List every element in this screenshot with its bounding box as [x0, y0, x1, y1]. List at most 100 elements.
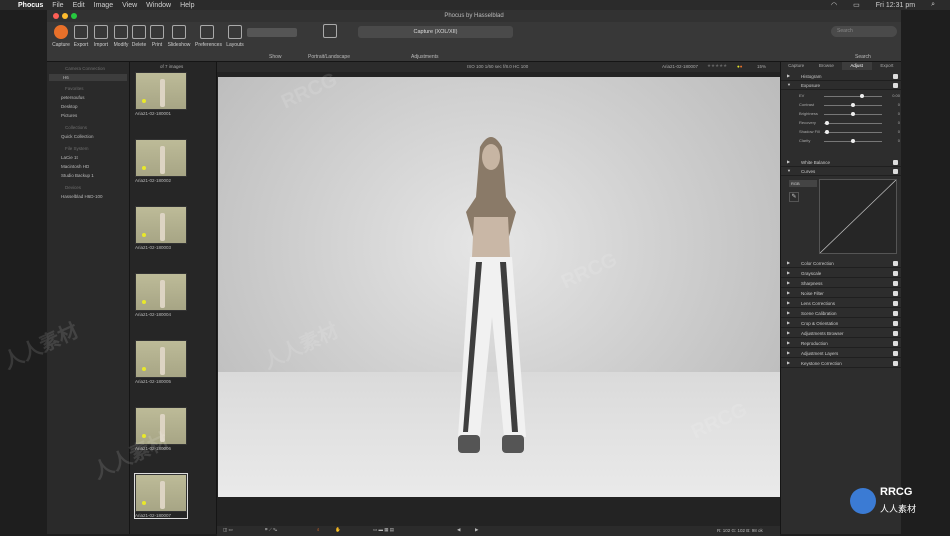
tool-color-correction[interactable]: ▶ Color Correction	[781, 259, 902, 268]
tool-exposure[interactable]: ▼ Exposure	[781, 81, 902, 90]
enable-checkbox[interactable]	[893, 160, 898, 165]
lp-item-lacie[interactable]: LaCie 1t	[61, 155, 78, 160]
minimize-button[interactable]	[62, 13, 68, 19]
tool-adjustments-browser[interactable]: ▶ Adjustments Browser	[781, 329, 902, 338]
search-input[interactable]: Search	[831, 26, 897, 37]
disclosure-icon[interactable]: ▶	[787, 290, 790, 295]
enable-checkbox[interactable]	[893, 321, 898, 326]
tool-sharpness[interactable]: ▶ Sharpness	[781, 279, 902, 288]
lp-item-desktop[interactable]: Desktop	[61, 104, 78, 109]
disclosure-icon[interactable]: ▶	[787, 159, 790, 164]
enable-checkbox[interactable]	[893, 169, 898, 174]
tool-grayscale[interactable]: ▶ Grayscale	[781, 269, 902, 278]
contrast-slider[interactable]: Contrast 0	[789, 102, 900, 109]
menu-edit[interactable]: Edit	[73, 2, 85, 9]
portrait-landscape-button[interactable]	[318, 24, 342, 41]
recovery-slider[interactable]: Recovery 0	[789, 120, 900, 127]
disclosure-icon[interactable]: ▶	[787, 340, 790, 345]
lp-item-macintosh[interactable]: Macintosh HD	[61, 164, 89, 169]
lp-item-hasselblad[interactable]: Hasselblad H6D-100	[61, 194, 103, 199]
shadow-fill-slider-knob[interactable]	[824, 130, 829, 134]
color-tag-icon[interactable]: ●●	[737, 64, 742, 69]
clarity-slider[interactable]: Clarity 0	[789, 138, 900, 145]
disclosure-icon[interactable]: ▶	[787, 360, 790, 365]
battery-icon[interactable]: ▭	[853, 1, 860, 9]
enable-checkbox[interactable]	[893, 291, 898, 296]
tool-curves[interactable]: ▼ Curves	[781, 167, 902, 176]
tool-white-balance[interactable]: ▶ White Balance	[781, 158, 902, 167]
next-image-icon[interactable]: ▶	[475, 527, 478, 533]
lp-item-pictures[interactable]: Pictures	[61, 113, 77, 118]
slideshow-button[interactable]: Slideshow	[167, 25, 191, 48]
ev-slider-knob[interactable]	[859, 94, 864, 98]
disclosure-icon[interactable]: ▶	[787, 270, 790, 275]
menu-help[interactable]: Help	[180, 2, 194, 9]
crop-tool-icon[interactable]: ⌗ ⟋ ✎	[265, 527, 277, 532]
enable-checkbox[interactable]	[893, 301, 898, 306]
enable-checkbox[interactable]	[893, 361, 898, 366]
hand-tool-icon[interactable]: ✋	[335, 527, 341, 533]
tool-noise-filter[interactable]: ▶ Noise Filter	[781, 289, 902, 298]
tool-scene-calibration[interactable]: ▶ Scene Calibration	[781, 309, 902, 318]
disclosure-icon[interactable]: ▶	[787, 300, 790, 305]
zoom-button[interactable]	[71, 13, 77, 19]
tab-capture[interactable]: Capture	[781, 62, 811, 70]
enable-checkbox[interactable]	[893, 281, 898, 286]
thumbnail[interactable]: Aria21-02-180005	[135, 340, 187, 384]
disclosure-icon[interactable]: ▶	[787, 260, 790, 265]
loupe-tool-icon[interactable]: ⌕	[317, 527, 320, 532]
layouts-button[interactable]: Layouts	[223, 25, 247, 48]
enable-checkbox[interactable]	[893, 83, 898, 88]
disclosure-icon[interactable]: ▼	[787, 168, 791, 173]
thumbnail-selected[interactable]: Aria21-02-180007	[134, 473, 188, 519]
lp-item-studio[interactable]: Studio Backup 1	[61, 173, 94, 178]
tool-lens-corrections[interactable]: ▶ Lens Corrections	[781, 299, 902, 308]
enable-checkbox[interactable]	[893, 271, 898, 276]
enable-checkbox[interactable]	[893, 341, 898, 346]
capture-mode-select[interactable]: Capture (XOL/XII)	[358, 26, 513, 38]
tab-adjust[interactable]: Adjust	[841, 62, 872, 70]
close-button[interactable]	[53, 13, 59, 19]
compare-view-icon[interactable]: ◫ ▭	[223, 527, 233, 533]
brightness-slider-knob[interactable]	[851, 112, 855, 116]
enable-checkbox[interactable]	[893, 331, 898, 336]
contrast-slider-knob[interactable]	[851, 103, 855, 107]
prev-image-icon[interactable]: ◀	[457, 527, 460, 533]
zoom-level[interactable]: 15%	[757, 64, 766, 69]
curves-graph[interactable]	[819, 179, 897, 254]
brightness-slider[interactable]: Brightness 0	[789, 111, 900, 118]
menu-file[interactable]: File	[52, 2, 63, 9]
tool-histogram[interactable]: ▶ Histogram	[781, 72, 902, 81]
clarity-slider-knob[interactable]	[851, 139, 855, 143]
enable-checkbox[interactable]	[893, 74, 898, 79]
enable-checkbox[interactable]	[893, 351, 898, 356]
print-button[interactable]: Print	[145, 25, 169, 48]
disclosure-icon[interactable]: ▶	[787, 320, 790, 325]
menu-window[interactable]: Window	[146, 2, 171, 9]
overlay-tool-icon[interactable]: ▭ ▬ ▦ ▤	[373, 527, 394, 533]
recovery-slider-knob[interactable]	[824, 121, 829, 125]
lp-item-camera[interactable]: H6	[49, 74, 127, 81]
preferences-button[interactable]: Preferences	[195, 25, 222, 48]
disclosure-icon[interactable]: ▶	[787, 350, 790, 355]
thumbnail[interactable]: Aria21-02-180002	[135, 139, 187, 183]
disclosure-icon[interactable]: ▶	[787, 310, 790, 315]
tool-keystone-correction[interactable]: ▶ Keystone Correction	[781, 359, 902, 368]
thumbnail[interactable]: Aria21-02-180003	[135, 206, 187, 250]
thumbnail[interactable]: Aria21-02-180001	[135, 72, 187, 116]
tool-adjustment-layers[interactable]: ▶ Adjustment Layers	[781, 349, 902, 358]
wifi-icon[interactable]: ◠	[831, 1, 837, 9]
menu-app-name[interactable]: Phocus	[18, 2, 43, 9]
enable-checkbox[interactable]	[893, 311, 898, 316]
menu-image[interactable]: Image	[94, 2, 113, 9]
tool-crop-orientation[interactable]: ▶ Crop & Orientation	[781, 319, 902, 328]
lp-item-quick-collection[interactable]: Quick Collection	[61, 134, 94, 139]
search-icon[interactable]: ⌕	[931, 1, 935, 9]
disclosure-icon[interactable]: ▶	[787, 73, 790, 78]
disclosure-icon[interactable]: ▶	[787, 330, 790, 335]
eyedropper-icon[interactable]: ✎	[789, 192, 799, 202]
clock[interactable]: Fri 12:31 pm	[876, 2, 915, 9]
tool-reproduction[interactable]: ▶ Reproduction	[781, 339, 902, 348]
disclosure-icon[interactable]: ▶	[787, 280, 790, 285]
star-rating-icon[interactable]: ★★★★★	[707, 63, 727, 69]
